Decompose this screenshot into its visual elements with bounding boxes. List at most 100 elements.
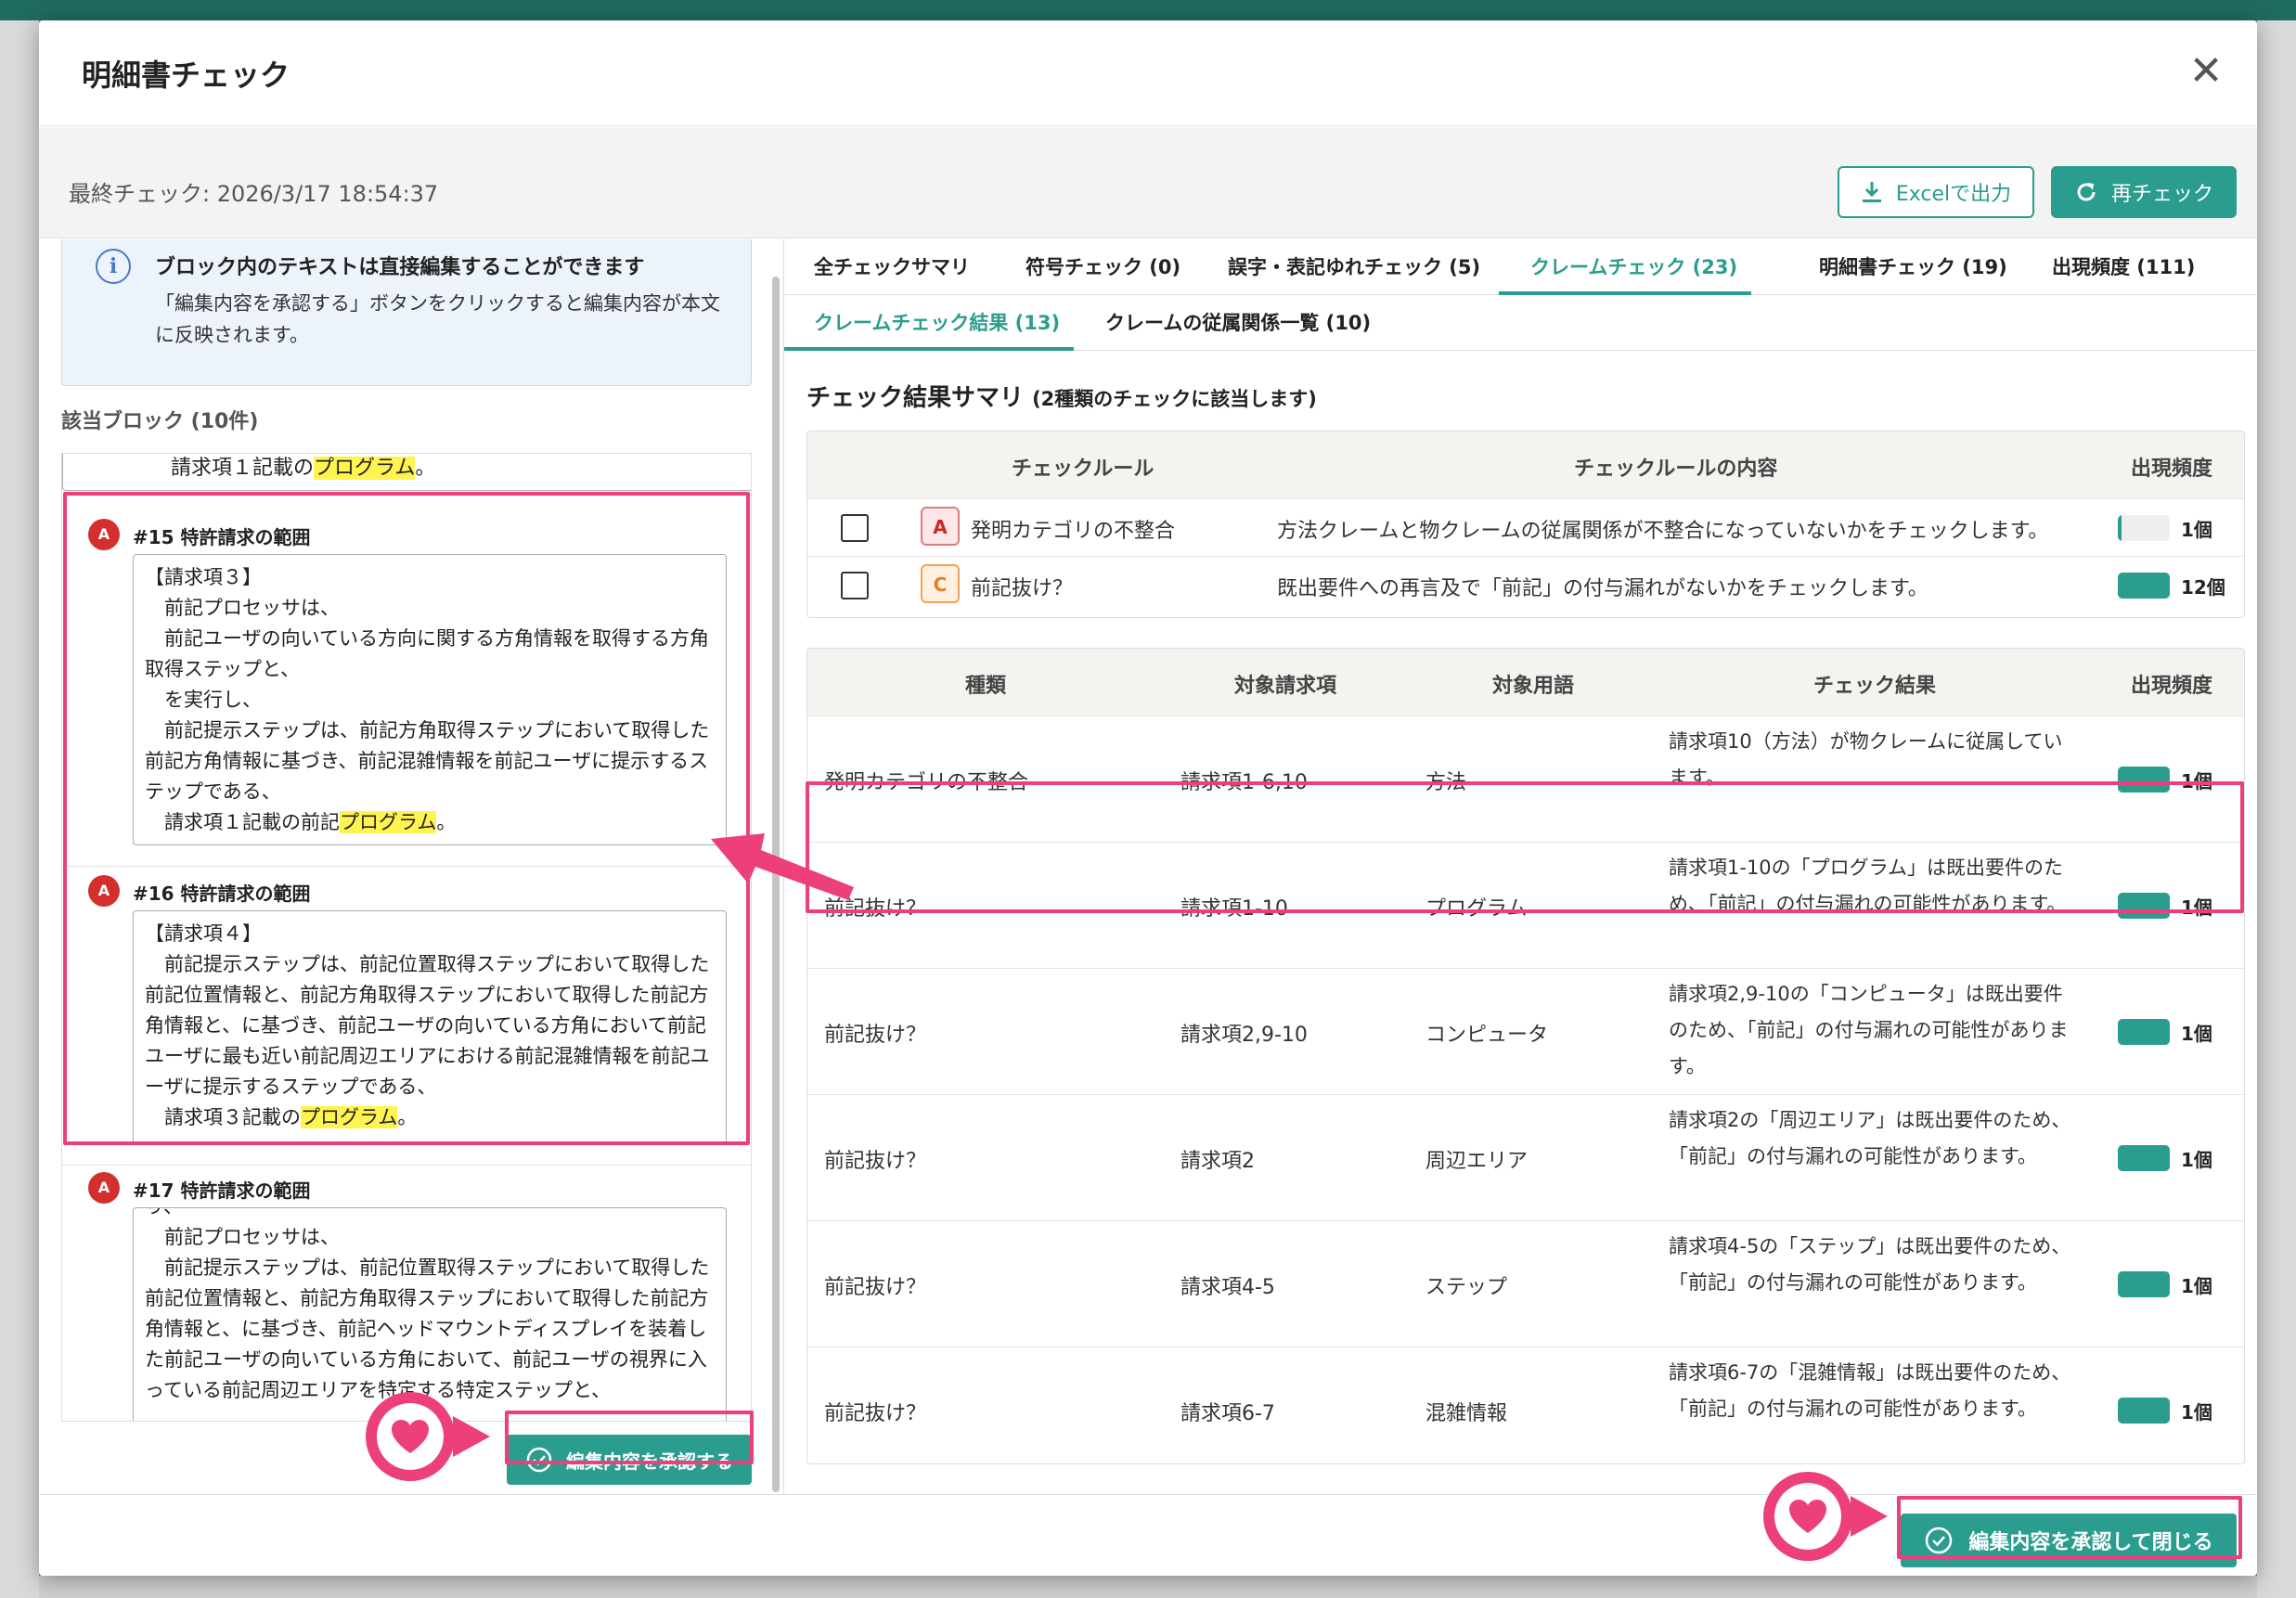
- tab-claim-check[interactable]: クレームチェック (23): [1530, 252, 1737, 280]
- result-target-term: コンピュータ: [1425, 1024, 1549, 1047]
- modal-subheader: 最終チェック: 2026/3/17 18:54:37 Excelで出力 再チェッ…: [39, 127, 2257, 238]
- block-previous-textarea[interactable]: 請求項１記載のプログラム。: [62, 454, 751, 491]
- summary-title-text: チェック結果サマリ: [806, 384, 1025, 412]
- background-app-header: [0, 0, 2296, 20]
- result-row: 前記抜け？ 請求項2,9-10 コンピュータ 請求項2,9-10の「コンピュータ」は既…: [807, 968, 2244, 1094]
- result-type: 前記抜け？: [824, 1402, 927, 1425]
- summary-note: (2種類のチェックに該当します): [1032, 388, 1317, 410]
- tab-frequency[interactable]: 出現頻度 (111): [2052, 252, 2195, 280]
- result-target-term: 周辺エリア: [1425, 1150, 1529, 1173]
- header-rule: チェックルール: [1012, 457, 1154, 481]
- frequency-fill: [2118, 515, 2122, 541]
- subtab-claim-dependency[interactable]: クレームの従属関係一覧 (10): [1105, 308, 1371, 336]
- summary-table-header: チェックルール チェックルールの内容 出現頻度: [807, 432, 2244, 498]
- highlight-term: プログラム: [314, 457, 416, 480]
- subtab-claim-results[interactable]: クレームチェック結果 (13): [814, 308, 1060, 336]
- frequency-fill: [2118, 1398, 2170, 1424]
- header-check-result: チェック結果: [1813, 675, 1937, 698]
- block-17-textarea[interactable]: り、 前記プロセッサは、 前記提示ステップは、前記位置取得ステップにおいて取得し…: [133, 1207, 727, 1421]
- result-message: 請求項4-5の「ステップ」は既出要件のため、「前記」の付与漏れの可能性があります…: [1669, 1235, 2071, 1294]
- result-target-term: ステップ: [1425, 1276, 1508, 1299]
- active-subtab-indicator: [784, 347, 1074, 351]
- results-table-header: 種類 対象請求項 対象用語 チェック結果 出現頻度: [807, 649, 2244, 715]
- background-app-bottom: [39, 1576, 2257, 1598]
- frequency-bar: [2118, 1398, 2170, 1424]
- heart-marker-icon: [1763, 1472, 1852, 1561]
- download-icon: [1861, 180, 1883, 204]
- header-type: 種類: [965, 675, 1007, 698]
- block-previous: 請求項１記載のプログラム。: [62, 454, 751, 495]
- info-body: 「編集内容を承認する」ボタンをクリックすると編集内容が本文に反映されます。: [155, 292, 720, 346]
- tab-typo-check[interactable]: 誤字・表記ゆれチェック (5): [1228, 252, 1480, 280]
- frequency-bar: [2118, 573, 2170, 599]
- frequency-bar: [2118, 1145, 2170, 1171]
- summary-title: チェック結果サマリ (2種類のチェックに該当します): [806, 379, 1317, 413]
- frequency-count: 12個: [2181, 576, 2225, 599]
- result-type: 前記抜け？: [824, 1150, 927, 1173]
- close-icon[interactable]: ✕: [2183, 48, 2229, 95]
- recheck-label: 再チェック: [2110, 183, 2213, 206]
- header-target-claim: 対象請求項: [1234, 675, 1337, 698]
- refresh-icon: [2074, 180, 2098, 204]
- rule-checkbox[interactable]: [841, 572, 869, 599]
- heart-marker-icon: [366, 1392, 455, 1481]
- frequency-bar: [2118, 515, 2170, 541]
- result-type: 前記抜け？: [824, 1024, 927, 1047]
- info-icon: i: [96, 249, 131, 284]
- rule-content: 既出要件への再言及で「前記」の付与漏れがないかをチェックします。: [1277, 577, 1928, 600]
- block-previous-text: 請求項１記載の: [171, 457, 315, 480]
- result-row: 前記抜け？ 請求項6-7 混雑情報 請求項6-7の「混雑情報」は既出要件のため、「前記…: [807, 1347, 2244, 1463]
- frequency-bar: [2118, 1271, 2170, 1297]
- header-rule-content: チェックルールの内容: [1574, 457, 1778, 481]
- highlight-frame-blocks: [63, 492, 750, 1145]
- modal-header: 明細書チェック ✕: [39, 20, 2257, 126]
- block-title: #17 特許請求の範囲: [133, 1179, 311, 1202]
- frequency-fill: [2118, 573, 2170, 599]
- frequency-count: 1個: [2181, 1275, 2212, 1297]
- result-target-claim: 請求項2: [1180, 1150, 1255, 1173]
- frequency-count: 1個: [2181, 1401, 2212, 1424]
- block-17-text: り、 前記プロセッサは、 前記提示ステップは、前記位置取得ステップにおいて取得し…: [145, 1208, 710, 1401]
- rule-a-badge: A: [88, 1172, 120, 1204]
- block-17: A #17 特許請求の範囲 り、 前記プロセッサは、 前記提示ステップは、前記位…: [62, 1165, 751, 1421]
- frequency-count: 1個: [2181, 1023, 2212, 1045]
- last-check-timestamp: 最終チェック: 2026/3/17 18:54:37: [69, 181, 439, 207]
- matched-blocks-label: 該当ブロック (10件): [61, 410, 259, 433]
- export-excel-button[interactable]: Excelで出力: [1838, 166, 2034, 218]
- background-app-left: [0, 20, 39, 1598]
- results-table: 種類 対象請求項 対象用語 チェック結果 出現頻度 発明カテゴリの不整合 請求項1…: [806, 648, 2245, 1464]
- heart-marker-tail: [1851, 1496, 1888, 1537]
- result-target-claim: 請求項4-5: [1180, 1276, 1275, 1299]
- header-frequency: 出現頻度: [2131, 675, 2213, 698]
- tab-summary[interactable]: 全チェックサマリ: [814, 252, 970, 280]
- summary-row: C 前記抜け？ 既出要件への再言及で「前記」の付与漏れがないかをチェックします。…: [807, 556, 2244, 613]
- highlight-frame-result-row: [806, 781, 2244, 913]
- background-app-right: [2257, 20, 2296, 1598]
- frequency-count: 1個: [2181, 519, 2212, 541]
- result-row: 前記抜け？ 請求項4-5 ステップ 請求項4-5の「ステップ」は既出要件のため、「前記…: [807, 1220, 2244, 1347]
- result-type: 前記抜け？: [824, 1276, 927, 1299]
- highlight-frame-close-button: [1897, 1496, 2242, 1559]
- frequency-bar: [2118, 1019, 2170, 1045]
- summary-row: A 発明カテゴリの不整合 方法クレームと物クレームの従属関係が不整合になっていな…: [807, 498, 2244, 556]
- summary-table: チェックルール チェックルールの内容 出現頻度 A 発明カテゴリの不整合 方法ク…: [806, 431, 2245, 618]
- check-tabs: 全チェックサマリ 符号チェック (0) 誤字・表記ゆれチェック (5) クレーム…: [784, 239, 2257, 295]
- rule-name: 発明カテゴリの不整合: [971, 520, 1176, 543]
- rule-a-badge: A: [921, 507, 960, 546]
- result-message: 請求項2,9-10の「コンピュータ」は既出要件のため、「前記」の付与漏れの可能性…: [1669, 983, 2069, 1077]
- modal-title: 明細書チェック: [82, 58, 290, 93]
- highlight-frame-approve-button: [505, 1411, 754, 1464]
- header-frequency: 出現頻度: [2131, 457, 2213, 481]
- frequency-count: 1個: [2181, 1149, 2212, 1171]
- result-target-term: 混雑情報: [1425, 1402, 1508, 1425]
- rule-content: 方法クレームと物クレームの従属関係が不整合になっていないかをチェックします。: [1277, 520, 2049, 543]
- result-target-claim: 請求項6-7: [1180, 1402, 1275, 1425]
- export-excel-label: Excelで出力: [1895, 183, 2012, 206]
- frequency-fill: [2118, 1019, 2170, 1045]
- tab-spec-check[interactable]: 明細書チェック (19): [1819, 252, 2007, 280]
- result-target-claim: 請求項2,9-10: [1180, 1024, 1308, 1047]
- rule-checkbox[interactable]: [841, 514, 869, 542]
- recheck-button[interactable]: 再チェック: [2051, 166, 2237, 218]
- header-target-term: 対象用語: [1492, 675, 1575, 698]
- tab-symbol-check[interactable]: 符号チェック (0): [1025, 252, 1180, 280]
